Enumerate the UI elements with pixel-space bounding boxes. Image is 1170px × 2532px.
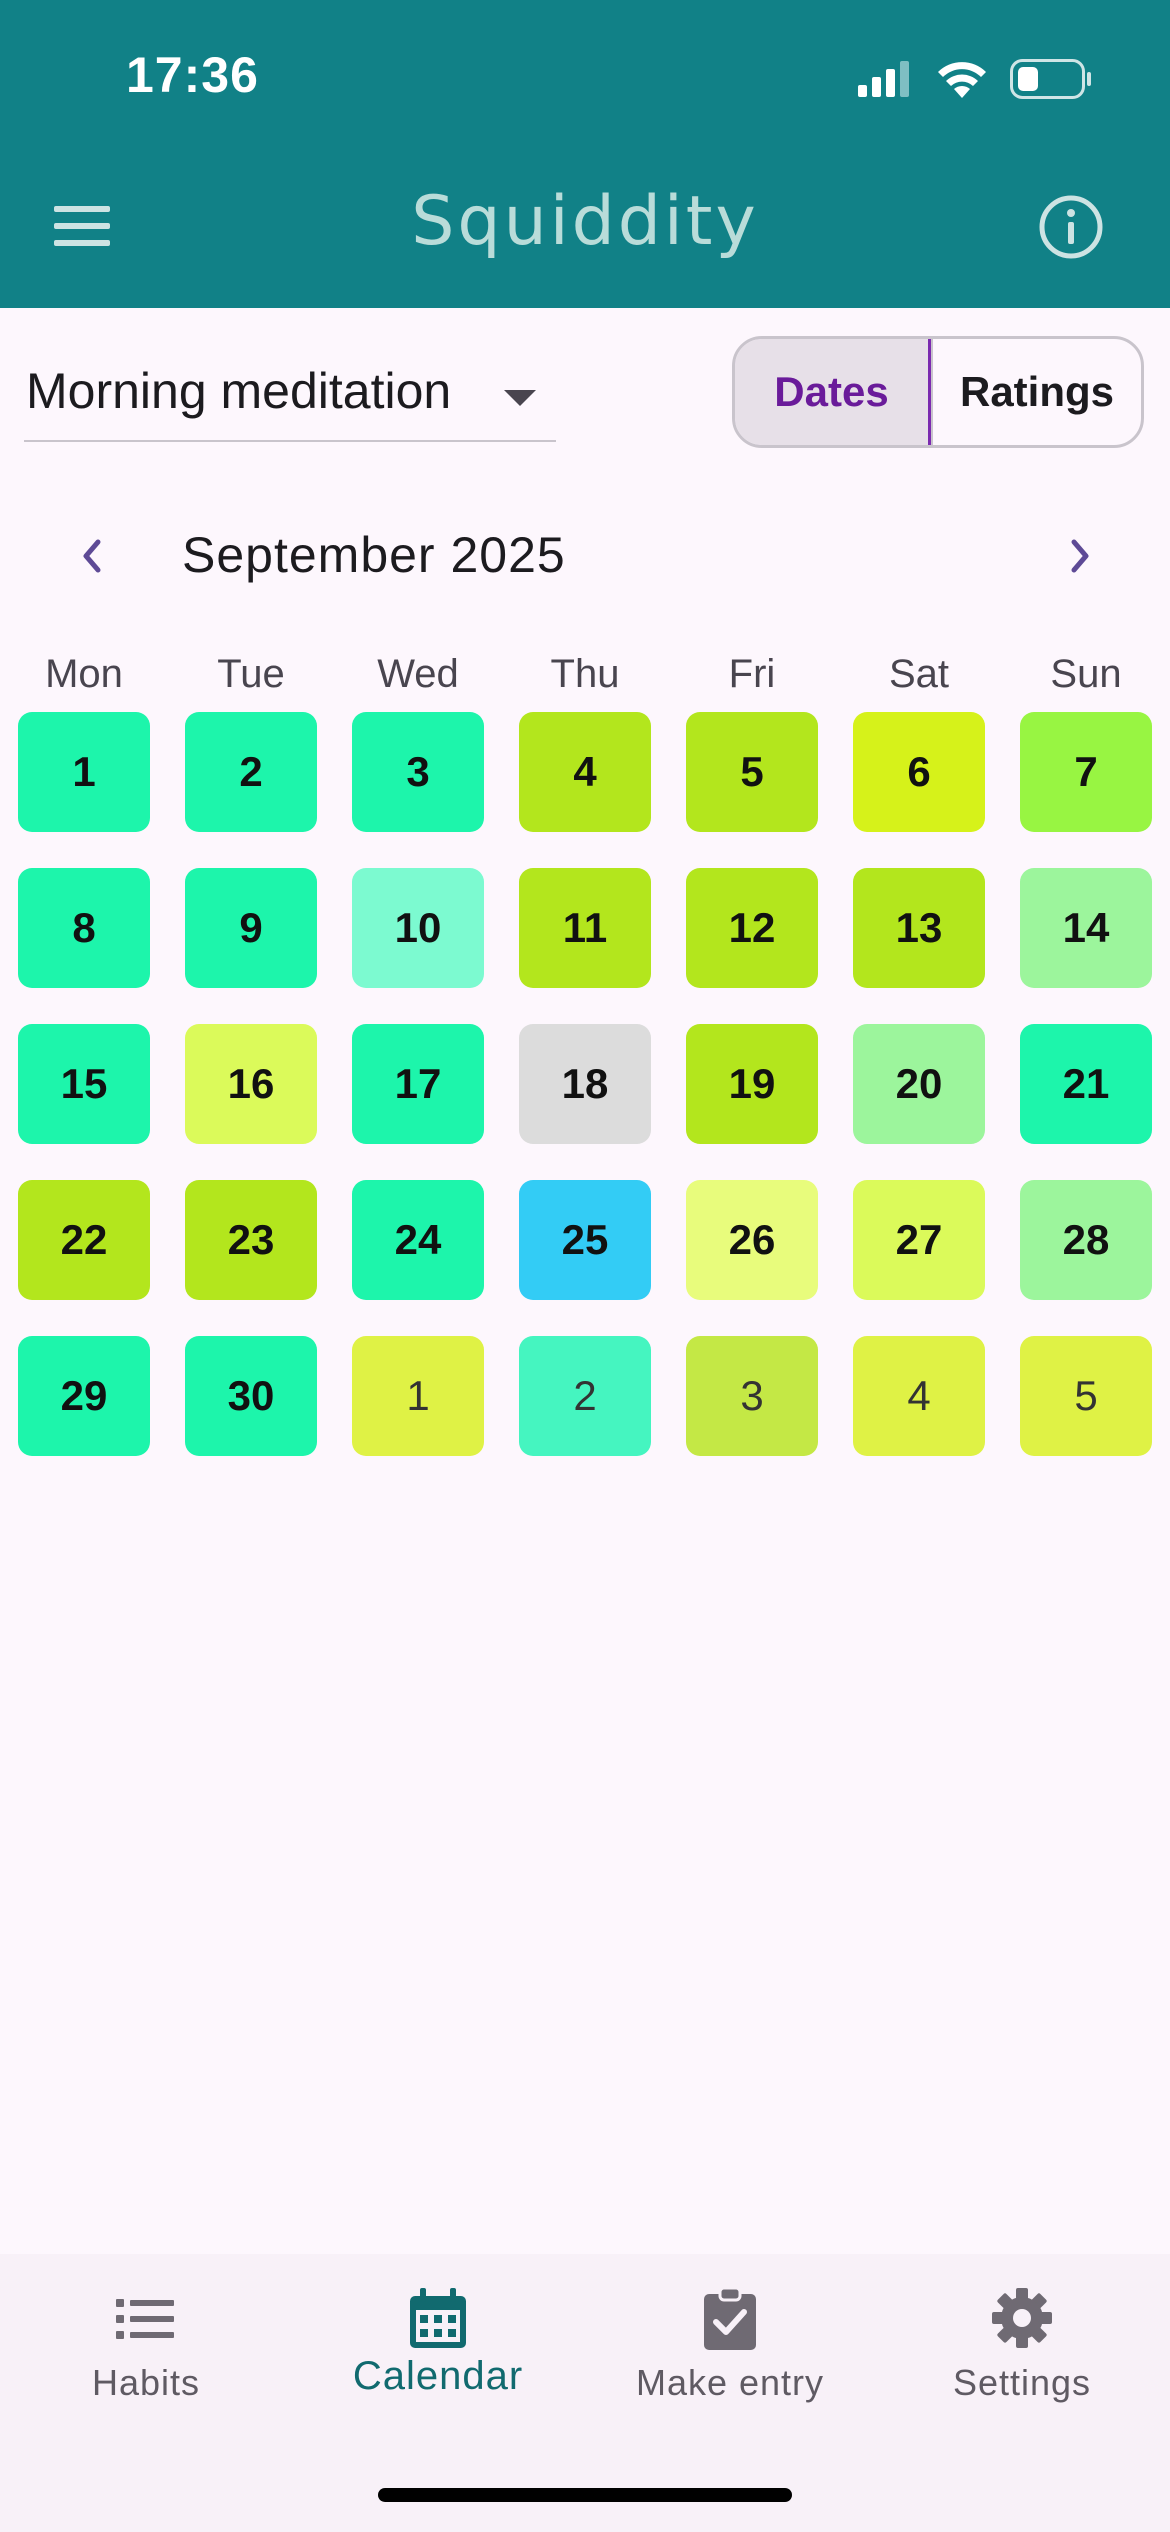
home-indicator <box>378 2488 792 2502</box>
nav-make-entry[interactable]: Make entry <box>584 2254 876 2434</box>
calendar-day-cell[interactable]: 16 <box>185 1024 317 1144</box>
nav-habits[interactable]: Habits <box>0 2254 292 2434</box>
list-icon <box>116 2299 174 2339</box>
calendar-day-cell[interactable]: 29 <box>18 1336 150 1456</box>
nav-calendar[interactable]: Calendar <box>292 2254 584 2434</box>
calendar-day-cell[interactable]: 5 <box>1020 1336 1152 1456</box>
calendar-day-cell[interactable]: 4 <box>853 1336 985 1456</box>
calendar-day-cell[interactable]: 7 <box>1020 712 1152 832</box>
weekday-label: Tue <box>217 652 285 696</box>
calendar-day-cell[interactable]: 21 <box>1020 1024 1152 1144</box>
signal-icon <box>858 61 909 97</box>
calendar-day-cell[interactable]: 3 <box>686 1336 818 1456</box>
calendar-day-cell[interactable]: 3 <box>352 712 484 832</box>
calendar-day-cell[interactable]: 27 <box>853 1180 985 1300</box>
clipboard-check-icon <box>704 2286 756 2350</box>
gear-icon <box>992 2288 1052 2348</box>
wifi-icon <box>938 62 986 98</box>
habit-dropdown[interactable]: Morning meditation <box>24 350 556 442</box>
calendar-day-cell[interactable]: 14 <box>1020 868 1152 988</box>
calendar-day-cell[interactable]: 6 <box>853 712 985 832</box>
calendar-day-cell[interactable]: 13 <box>853 868 985 988</box>
calendar-day-cell[interactable]: 10 <box>352 868 484 988</box>
app-bar: 17:36 Squiddity <box>0 0 1170 308</box>
status-icons <box>858 54 1092 104</box>
calendar-day-cell[interactable]: 23 <box>185 1180 317 1300</box>
calendar-day-cell[interactable]: 2 <box>185 712 317 832</box>
calendar-day-cell[interactable]: 5 <box>686 712 818 832</box>
calendar-day-cell[interactable]: 1 <box>352 1336 484 1456</box>
calendar-day-cell[interactable]: 1 <box>18 712 150 832</box>
month-title: September 2025 <box>182 527 566 583</box>
calendar-day-cell[interactable]: 30 <box>185 1336 317 1456</box>
weekday-label: Fri <box>728 652 776 696</box>
info-icon[interactable] <box>1038 194 1104 260</box>
weekday-label: Wed <box>377 652 459 696</box>
nav-calendar-label: Calendar <box>352 2354 524 2398</box>
bottom-navigation: Habits Calendar Make entry Settings <box>0 2254 1170 2532</box>
calendar-day-cell[interactable]: 17 <box>352 1024 484 1144</box>
nav-make-entry-label: Make entry <box>635 2362 825 2403</box>
weekday-label: Sat <box>888 652 950 696</box>
calendar-day-cell[interactable]: 4 <box>519 712 651 832</box>
ratings-toggle-button[interactable]: Ratings <box>931 339 1141 445</box>
dates-toggle-button[interactable]: Dates <box>735 339 931 445</box>
weekday-label: Thu <box>550 652 620 696</box>
nav-habits-label: Habits <box>91 2362 201 2403</box>
dropdown-caret-icon <box>504 390 536 406</box>
calendar-day-cell[interactable]: 8 <box>18 868 150 988</box>
previous-month-chevron-icon[interactable] <box>66 530 118 582</box>
calendar-day-cell[interactable]: 25 <box>519 1180 651 1300</box>
calendar-day-cell[interactable]: 19 <box>686 1024 818 1144</box>
habit-dropdown-value: Morning meditation <box>26 363 452 419</box>
calendar-day-cell[interactable]: 9 <box>185 868 317 988</box>
calendar-day-cell[interactable]: 20 <box>853 1024 985 1144</box>
weekday-label: Mon <box>45 652 123 696</box>
calendar-day-cell[interactable]: 24 <box>352 1180 484 1300</box>
weekday-label: Sun <box>1050 652 1122 696</box>
view-toggle: Dates Ratings <box>732 336 1144 448</box>
calendar-day-cell[interactable]: 11 <box>519 868 651 988</box>
calendar-day-cell[interactable]: 26 <box>686 1180 818 1300</box>
calendar-day-cell[interactable]: 2 <box>519 1336 651 1456</box>
battery-icon <box>1010 59 1091 99</box>
status-time: 17:36 <box>126 47 259 103</box>
calendar-day-cell[interactable]: 28 <box>1020 1180 1152 1300</box>
app-title: Squiddity <box>411 182 759 261</box>
nav-settings[interactable]: Settings <box>876 2254 1168 2434</box>
calendar-icon <box>410 2288 466 2348</box>
next-month-chevron-icon[interactable] <box>1054 530 1106 582</box>
calendar-day-cell[interactable]: 12 <box>686 868 818 988</box>
calendar-day-cell[interactable]: 15 <box>18 1024 150 1144</box>
nav-settings-label: Settings <box>952 2362 1092 2403</box>
calendar-day-cell[interactable]: 22 <box>18 1180 150 1300</box>
calendar-day-cell[interactable]: 18 <box>519 1024 651 1144</box>
